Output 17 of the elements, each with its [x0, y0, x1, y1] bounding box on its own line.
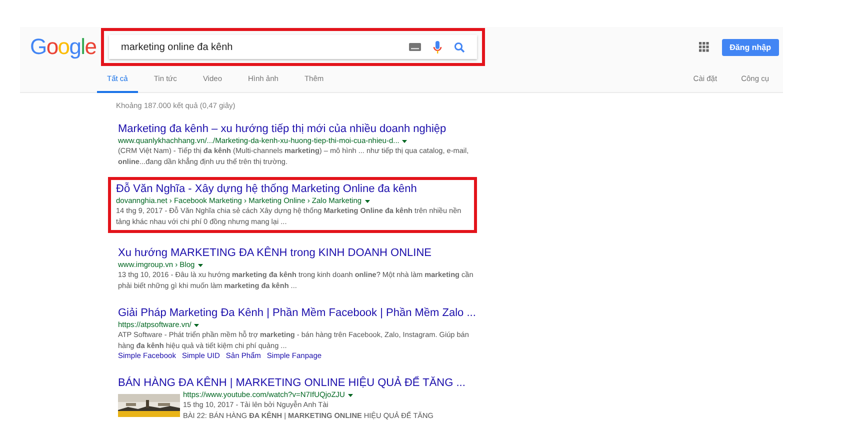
sign-in-button[interactable]: Đăng nhập [722, 38, 779, 56]
google-logo[interactable]: Google [30, 34, 102, 60]
search-icon[interactable] [454, 42, 465, 52]
caret-icon[interactable] [402, 140, 408, 142]
result-title[interactable]: Đỗ Văn Nghĩa - Xây dựng hệ thống Marketing Online đa kênh [116, 183, 470, 196]
result-title[interactable]: Xu hướng MARKETING ĐA KÊNH trong KINH DOANH ONLINE [118, 247, 474, 260]
keyboard-icon[interactable] [409, 43, 421, 51]
result-title[interactable]: Marketing đa kênh – xu hướng tiếp thị mới của nhiều doanh nghiệp [118, 123, 474, 136]
search-field[interactable]: marketing online đa kênh [109, 35, 477, 59]
caret-icon[interactable] [194, 324, 200, 326]
result-title[interactable]: Giải Pháp Marketing Đa Kênh | Phần Mềm Facebook | Phần Mềm Zalo ... [118, 307, 474, 320]
apps-grid-icon[interactable] [698, 42, 709, 52]
caret-icon[interactable] [198, 264, 203, 266]
microphone-icon[interactable] [433, 40, 442, 54]
result-title[interactable]: BÁN HÀNG ĐA KÊNH | MARKETING ONLINE HIỆU QUẢ ĐỂ TĂNG ... [118, 377, 474, 390]
caret-icon[interactable] [364, 200, 370, 202]
caret-icon[interactable] [348, 394, 353, 396]
